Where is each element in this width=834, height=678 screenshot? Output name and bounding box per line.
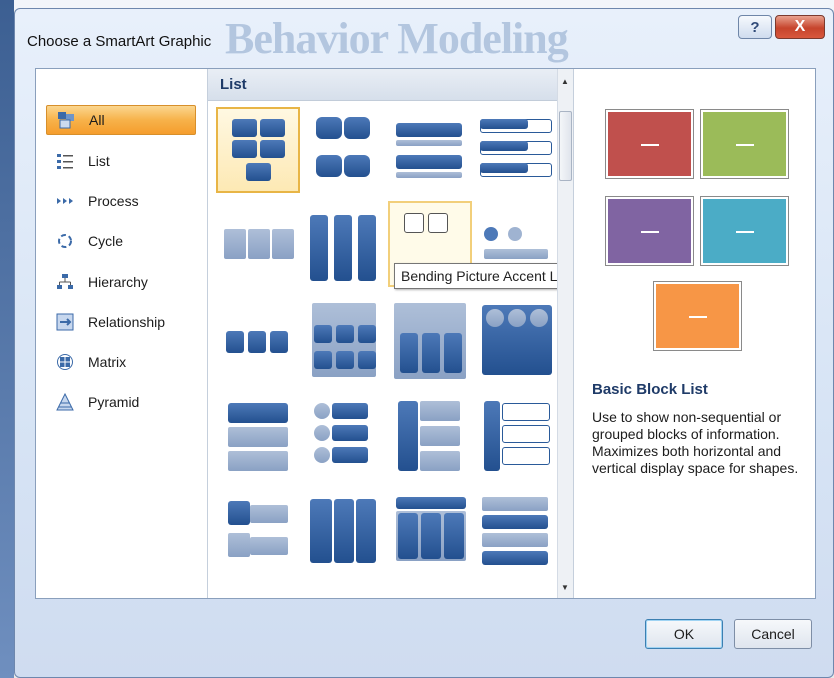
layout-thumbnail[interactable] [302, 297, 386, 383]
smartart-dialog: Behavior Modeling Choose a SmartArt Grap… [14, 8, 834, 678]
layout-thumbnail[interactable] [474, 297, 558, 383]
background-slide-edge [0, 0, 14, 678]
layout-tooltip: Bending Picture Accent List [394, 263, 573, 289]
cancel-button[interactable]: Cancel [734, 619, 812, 649]
preview-block [606, 110, 693, 178]
scroll-thumb[interactable] [559, 111, 572, 181]
category-matrix[interactable]: Matrix [46, 347, 196, 377]
close-button[interactable]: X [775, 15, 825, 39]
category-label: Process [88, 193, 139, 209]
layout-thumbnail[interactable] [302, 201, 386, 287]
layout-thumbnail[interactable] [388, 487, 472, 573]
preview-block [701, 110, 788, 178]
relationship-icon [56, 313, 74, 331]
dialog-title: Choose a SmartArt Graphic [27, 33, 212, 50]
list-icon [56, 152, 74, 170]
pyramid-icon [56, 393, 74, 411]
category-hierarchy[interactable]: Hierarchy [46, 267, 196, 297]
gallery-header: List [208, 69, 557, 101]
scroll-up-icon[interactable]: ▲ [561, 77, 569, 86]
category-label: List [88, 153, 110, 169]
matrix-icon [56, 353, 74, 371]
category-cycle[interactable]: Cycle [46, 226, 196, 256]
category-label: Cycle [88, 233, 124, 249]
preview-pane: Basic Block List Use to show non-sequent… [574, 69, 815, 598]
layout-thumbnail[interactable] [474, 393, 558, 479]
layout-thumbnail[interactable] [302, 107, 386, 193]
category-label: All [89, 112, 105, 128]
category-relationship[interactable]: Relationship [46, 307, 196, 337]
category-label: Relationship [88, 314, 166, 330]
preview-block [654, 282, 741, 350]
cycle-icon [56, 232, 74, 250]
layout-gallery: List Bending Picture Accent List ▲ ▼ [208, 69, 574, 598]
preview-block [606, 197, 693, 265]
all-icon [57, 111, 75, 129]
layout-thumbnail[interactable] [216, 297, 300, 383]
dialog-content: All List Process Cycle Hierarchy Relatio… [35, 68, 816, 599]
gallery-scrollbar[interactable]: ▲ ▼ [557, 69, 573, 598]
category-label: Hierarchy [88, 274, 148, 290]
preview-block [701, 197, 788, 265]
scroll-down-icon[interactable]: ▼ [561, 583, 569, 592]
category-all[interactable]: All [46, 105, 196, 135]
category-label: Pyramid [88, 394, 140, 410]
ok-button[interactable]: OK [645, 619, 723, 649]
layout-thumbnail[interactable] [388, 393, 472, 479]
layout-thumbnail[interactable] [302, 393, 386, 479]
process-icon [56, 192, 74, 210]
category-process[interactable]: Process [46, 186, 196, 216]
layout-thumbnail[interactable] [388, 107, 472, 193]
category-pyramid[interactable]: Pyramid [46, 387, 196, 417]
layout-thumbnail[interactable] [388, 297, 472, 383]
layout-thumbnail[interactable] [474, 487, 558, 573]
layout-thumbnail[interactable] [302, 487, 386, 573]
preview-title: Basic Block List [592, 381, 708, 398]
category-list-item[interactable]: List [46, 146, 196, 176]
title-bar: Behavior Modeling Choose a SmartArt Grap… [15, 9, 833, 67]
help-button[interactable]: ? [738, 15, 772, 39]
layout-thumbnail[interactable] [216, 107, 300, 193]
category-list: All List Process Cycle Hierarchy Relatio… [36, 69, 208, 598]
layout-thumbnail[interactable] [216, 487, 300, 573]
layout-thumbnail[interactable] [216, 201, 300, 287]
background-watermark-text: Behavior Modeling [225, 14, 569, 63]
layout-thumbnail[interactable] [216, 393, 300, 479]
layout-thumbnail[interactable] [474, 107, 558, 193]
category-label: Matrix [88, 354, 127, 370]
preview-description: Use to show non-sequential or grouped bl… [592, 409, 799, 476]
hierarchy-icon [56, 273, 74, 291]
